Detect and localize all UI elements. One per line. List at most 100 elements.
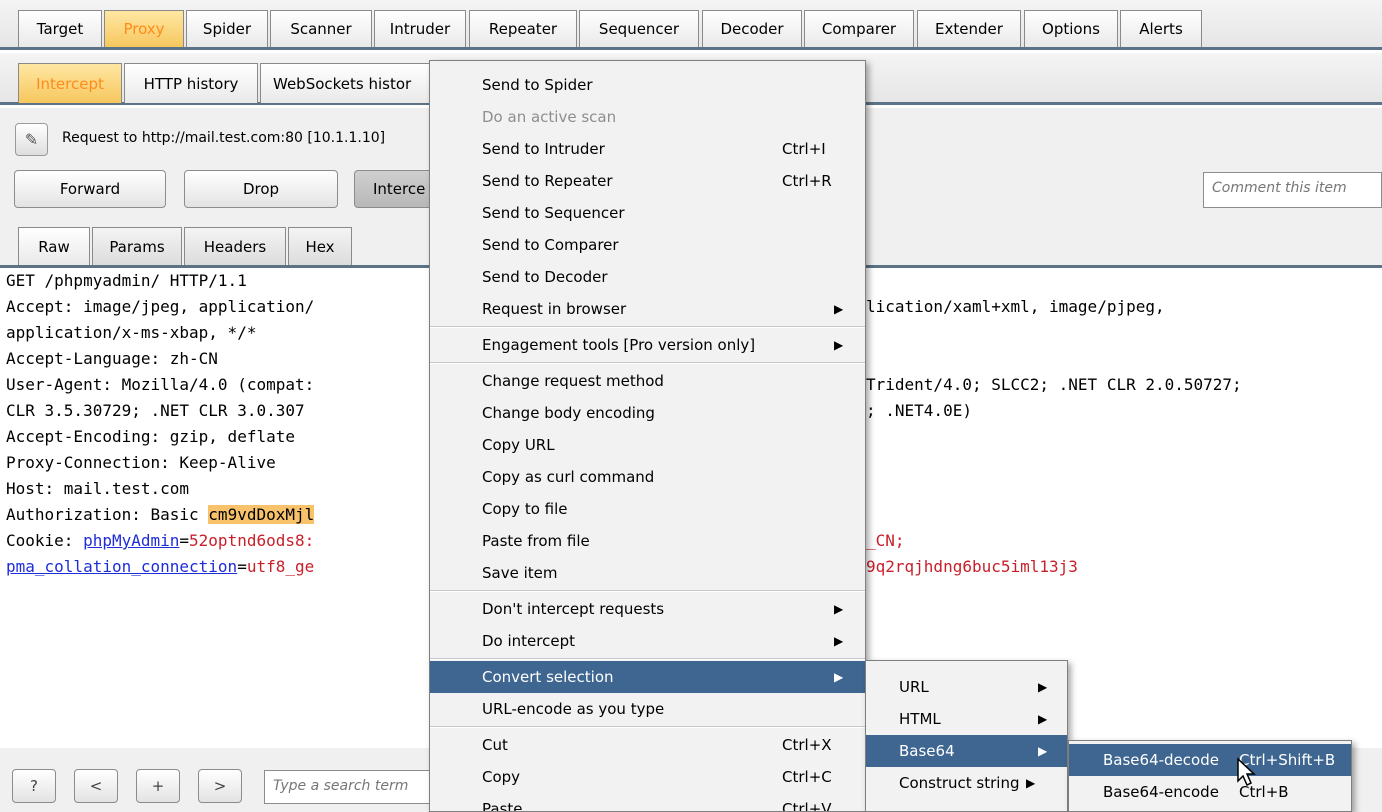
submenu-arrow-icon: ▶ <box>834 670 844 684</box>
menu-item-copy[interactable]: Copy Ctrl+C <box>430 761 865 793</box>
menu-item-request-in-browser[interactable]: Request in browser ▶ <box>430 293 865 325</box>
submenu-arrow-icon: ▶ <box>834 302 844 316</box>
tab-proxy[interactable]: Proxy <box>104 10 184 47</box>
tab-scanner[interactable]: Scanner <box>270 10 372 47</box>
menu-item-change-body-encoding[interactable]: Change body encoding <box>430 397 865 429</box>
menu-item-label: URL-encode as you type <box>482 700 665 718</box>
tab-extender[interactable]: Extender <box>917 10 1021 47</box>
menu-item-send-to-repeater[interactable]: Send to Repeater Ctrl+R <box>430 165 865 197</box>
menu-item-label: Change body encoding <box>482 404 655 422</box>
menu-separator <box>430 658 865 660</box>
menu-item-label: Copy URL <box>482 436 555 454</box>
submenu-arrow-icon: ▶ <box>1038 744 1048 758</box>
menu-item-send-to-decoder[interactable]: Send to Decoder <box>430 261 865 293</box>
submenu-arrow-icon: ▶ <box>1038 712 1048 726</box>
previous-button[interactable]: < <box>74 769 118 803</box>
menu-item-label: Construct string <box>899 774 1020 792</box>
menu-item-label: Base64 <box>899 742 955 760</box>
request-text: CLR 3.5.30729; .NET CLR 3.0.307 <box>6 401 305 420</box>
submenu-arrow-icon: ▶ <box>834 338 844 352</box>
request-text: = <box>237 557 247 576</box>
request-text: = <box>179 531 190 550</box>
menu-item-label: Change request method <box>482 372 664 390</box>
menu-shortcut: Ctrl+V <box>782 800 832 812</box>
menu-shortcut: Ctrl+R <box>782 172 832 190</box>
menu-item-label: Send to Sequencer <box>482 204 625 222</box>
submenu-item-url[interactable]: URL ▶ <box>866 671 1067 703</box>
menu-item-do-intercept[interactable]: Do intercept ▶ <box>430 625 865 657</box>
menu-item-label: Base64-decode <box>1103 751 1219 769</box>
menu-item-label: Send to Spider <box>482 76 593 94</box>
tab-repeater[interactable]: Repeater <box>469 10 577 47</box>
cookie-value: 52optnd6ods8: <box>189 531 315 550</box>
edit-pencil-icon[interactable]: ✎ <box>15 123 48 156</box>
tab-intruder[interactable]: Intruder <box>374 10 466 47</box>
menu-item-send-to-sequencer[interactable]: Send to Sequencer <box>430 197 865 229</box>
tab-alerts[interactable]: Alerts <box>1120 10 1202 47</box>
menu-separator <box>430 590 865 592</box>
menu-separator <box>430 726 865 728</box>
menu-item-dont-intercept[interactable]: Don't intercept requests ▶ <box>430 593 865 625</box>
menu-item-label: Engagement tools [Pro version only] <box>482 336 756 354</box>
add-button[interactable]: + <box>136 769 180 803</box>
mouse-cursor-icon <box>1237 757 1256 787</box>
request-text: Cookie: <box>6 531 84 550</box>
menu-item-url-encode-as-you-type[interactable]: URL-encode as you type <box>430 693 865 725</box>
tab-options[interactable]: Options <box>1024 10 1118 47</box>
menu-item-change-request-method[interactable]: Change request method <box>430 365 865 397</box>
cookie-name: phpMyAdmin <box>83 531 180 550</box>
tab-websockets-history[interactable]: WebSockets histor <box>260 63 430 103</box>
menu-item-label: Do intercept <box>482 632 575 650</box>
menu-item-label: Send to Comparer <box>482 236 619 254</box>
tab-http-history[interactable]: HTTP history <box>124 63 258 103</box>
tab-spider[interactable]: Spider <box>186 10 268 47</box>
request-text: Accept: image/jpeg, application/ <box>6 297 315 316</box>
menu-item-engagement-tools[interactable]: Engagement tools [Pro version only] ▶ <box>430 329 865 361</box>
tab-comparer[interactable]: Comparer <box>804 10 914 47</box>
submenu-arrow-icon: ▶ <box>1026 776 1036 790</box>
tab-hex[interactable]: Hex <box>288 227 352 265</box>
submenu-item-html[interactable]: HTML ▶ <box>866 703 1067 735</box>
cookie-value: 9q2rqjhdng6buc5iml13j3 <box>866 557 1078 576</box>
request-text: lication/xaml+xml, image/pjpeg, <box>866 297 1165 316</box>
tab-params[interactable]: Params <box>92 227 182 265</box>
tab-target[interactable]: Target <box>18 10 102 47</box>
menu-item-copy-as-curl[interactable]: Copy as curl command <box>430 461 865 493</box>
tab-headers[interactable]: Headers <box>184 227 286 265</box>
menu-item-label: Send to Intruder <box>482 140 605 158</box>
menu-item-label: Save item <box>482 564 558 582</box>
menu-item-send-to-comparer[interactable]: Send to Comparer <box>430 229 865 261</box>
submenu-arrow-icon: ▶ <box>1038 680 1048 694</box>
menu-item-send-to-intruder[interactable]: Send to Intruder Ctrl+I <box>430 133 865 165</box>
menu-item-paste-from-file[interactable]: Paste from file <box>430 525 865 557</box>
cookie-value: _CN; <box>866 531 905 550</box>
request-text: ; .NET4.0E) <box>866 401 972 420</box>
search-input[interactable]: Type a search term <box>264 770 444 804</box>
tab-raw[interactable]: Raw <box>18 227 90 265</box>
tab-decoder[interactable]: Decoder <box>702 10 802 47</box>
menu-item-save-item[interactable]: Save item <box>430 557 865 589</box>
submenu-item-base64-decode[interactable]: Base64-decode Ctrl+Shift+B <box>1069 744 1351 776</box>
next-button[interactable]: > <box>198 769 242 803</box>
drop-button[interactable]: Drop <box>184 170 338 208</box>
base64-submenu: Base64-decode Ctrl+Shift+B Base64-encode C… <box>1068 740 1352 812</box>
menu-item-copy-url[interactable]: Copy URL <box>430 429 865 461</box>
request-text: User-Agent: Mozilla/4.0 (compat: <box>6 375 315 394</box>
menu-item-copy-to-file[interactable]: Copy to file <box>430 493 865 525</box>
comment-field[interactable]: Comment this item <box>1203 172 1382 208</box>
tab-sequencer[interactable]: Sequencer <box>579 10 699 47</box>
menu-item-label: URL <box>899 678 929 696</box>
menu-item-paste[interactable]: Paste Ctrl+V <box>430 793 865 812</box>
help-button[interactable]: ? <box>12 769 56 803</box>
menu-item-label: Send to Repeater <box>482 172 613 190</box>
submenu-item-base64[interactable]: Base64 ▶ <box>866 735 1067 767</box>
auth-selected-value[interactable]: cm9vdDoxMjl <box>208 505 315 524</box>
menu-shortcut: Ctrl+C <box>782 768 832 786</box>
submenu-item-construct-string[interactable]: Construct string ▶ <box>866 767 1067 799</box>
menu-item-send-to-spider[interactable]: Send to Spider <box>430 69 865 101</box>
menu-item-convert-selection[interactable]: Convert selection ▶ <box>430 661 865 693</box>
submenu-item-base64-encode[interactable]: Base64-encode Ctrl+B <box>1069 776 1351 808</box>
tab-intercept[interactable]: Intercept <box>18 63 122 103</box>
menu-item-cut[interactable]: Cut Ctrl+X <box>430 729 865 761</box>
forward-button[interactable]: Forward <box>14 170 166 208</box>
